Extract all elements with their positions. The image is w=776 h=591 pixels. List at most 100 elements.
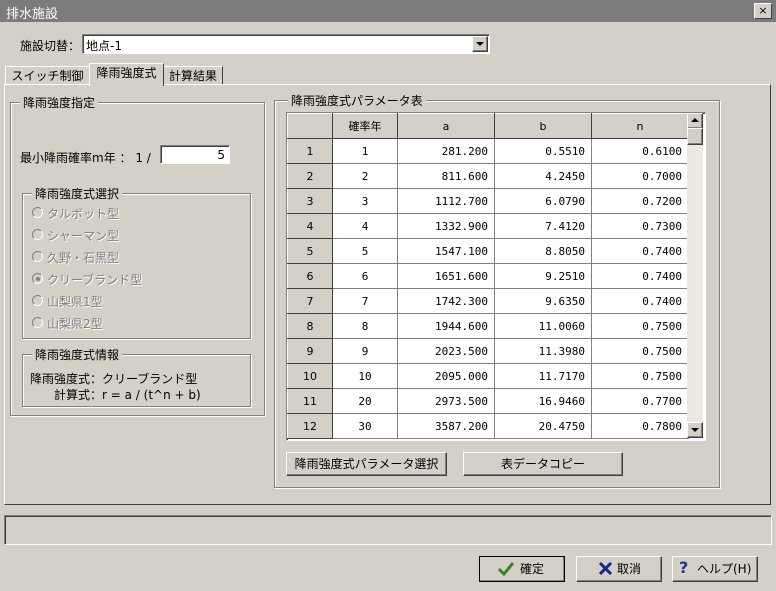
cell[interactable]: 9.6350 — [494, 288, 592, 314]
cell[interactable]: 2 — [332, 163, 398, 189]
table-row[interactable]: 7 7 1742.300 9.6350 0.7400 — [287, 288, 689, 314]
cell[interactable]: 0.7500 — [591, 313, 689, 339]
cell[interactable]: 16.9460 — [494, 388, 592, 414]
radio-yamanashi-1[interactable]: 山梨県1型 — [32, 293, 232, 309]
cell[interactable]: 1651.600 — [397, 263, 495, 289]
select-parameters-button[interactable]: 降雨強度式パラメータ選択 — [286, 452, 447, 476]
cell[interactable]: 0.7700 — [591, 388, 689, 414]
ok-button[interactable]: 確定 — [479, 556, 565, 582]
cell[interactable]: 0.7800 — [591, 413, 689, 439]
radio-label: 久野・石黒型 — [47, 251, 120, 265]
table-row[interactable]: 9 9 2023.500 11.3980 0.7500 — [287, 338, 689, 364]
cell[interactable]: 9.2510 — [494, 263, 592, 289]
cell[interactable]: 1 — [332, 138, 398, 164]
cell[interactable]: 0.7400 — [591, 288, 689, 314]
cell[interactable]: 0.6100 — [591, 138, 689, 164]
table-row[interactable]: 4 4 1332.900 7.4120 0.7300 — [287, 213, 689, 239]
cell[interactable]: 0.7300 — [591, 213, 689, 239]
cell[interactable]: 30 — [332, 413, 398, 439]
cell[interactable]: 1944.600 — [397, 313, 495, 339]
table-row[interactable]: 2 2 811.600 4.2450 0.7000 — [287, 163, 689, 189]
cell[interactable]: 10 — [332, 363, 398, 389]
cell[interactable]: 1742.300 — [397, 288, 495, 314]
cell[interactable]: 4 — [332, 213, 398, 239]
close-button[interactable]: × — [754, 3, 772, 19]
table-row[interactable]: 5 5 1547.100 8.8050 0.7400 — [287, 238, 689, 264]
cell[interactable]: 1332.900 — [397, 213, 495, 239]
cell[interactable]: 7 — [332, 288, 398, 314]
scroll-up-button[interactable] — [687, 113, 703, 129]
tab-rainfall-formula[interactable]: 降雨強度式 — [89, 63, 164, 86]
cell[interactable]: 20.4750 — [494, 413, 592, 439]
cell[interactable]: 2023.500 — [397, 338, 495, 364]
table-row[interactable]: 10 10 2095.000 11.7170 0.7500 — [287, 363, 689, 389]
cell[interactable]: 6 — [332, 263, 398, 289]
scroll-thumb[interactable] — [687, 128, 703, 145]
scroll-down-button[interactable] — [687, 422, 703, 438]
cell[interactable]: 811.600 — [397, 163, 495, 189]
cell[interactable]: 1112.700 — [397, 188, 495, 214]
cell[interactable]: 8.8050 — [494, 238, 592, 264]
table-row[interactable]: 6 6 1651.600 9.2510 0.7400 — [287, 263, 689, 289]
dropdown-button[interactable] — [472, 36, 488, 52]
row-header[interactable]: 6 — [287, 263, 333, 289]
row-header[interactable]: 2 — [287, 163, 333, 189]
row-header[interactable]: 12 — [287, 413, 333, 439]
cell[interactable]: 9 — [332, 338, 398, 364]
table-row[interactable]: 12 30 3587.200 20.4750 0.7800 — [287, 413, 689, 439]
grid-scrollbar[interactable] — [687, 113, 703, 438]
min-probability-input[interactable]: 5 — [160, 145, 230, 164]
column-header-a[interactable]: a — [397, 113, 495, 139]
cell[interactable]: 3 — [332, 188, 398, 214]
cell[interactable]: 0.7200 — [591, 188, 689, 214]
table-row[interactable]: 1 1 281.200 0.5510 0.6100 — [287, 138, 689, 164]
cell[interactable]: 11.3980 — [494, 338, 592, 364]
column-header-b[interactable]: b — [494, 113, 592, 139]
radio-talbot[interactable]: タルボット型 — [32, 205, 232, 221]
cell[interactable]: 11.7170 — [494, 363, 592, 389]
cell[interactable]: 2095.000 — [397, 363, 495, 389]
row-header[interactable]: 1 — [287, 138, 333, 164]
table-row[interactable]: 8 8 1944.600 11.0060 0.7500 — [287, 313, 689, 339]
cell[interactable]: 3587.200 — [397, 413, 495, 439]
help-button[interactable]: ? ヘルプ(H) — [672, 556, 758, 582]
copy-table-button[interactable]: 表データコピー — [463, 452, 623, 476]
row-header[interactable]: 9 — [287, 338, 333, 364]
cell[interactable]: 2973.500 — [397, 388, 495, 414]
row-header[interactable]: 3 — [287, 188, 333, 214]
cell[interactable]: 1547.100 — [397, 238, 495, 264]
row-header[interactable]: 4 — [287, 213, 333, 239]
tab-switch-control[interactable]: スイッチ制御 — [5, 66, 90, 85]
cell[interactable]: 7.4120 — [494, 213, 592, 239]
cell[interactable]: 0.5510 — [494, 138, 592, 164]
help-question-icon: ? — [679, 558, 689, 577]
radio-kuno-ishiguro[interactable]: 久野・石黒型 — [32, 249, 232, 265]
radio-sherman[interactable]: シャーマン型 — [32, 227, 232, 243]
row-header[interactable]: 11 — [287, 388, 333, 414]
cell[interactable]: 0.7500 — [591, 338, 689, 364]
row-header[interactable]: 5 — [287, 238, 333, 264]
cell[interactable]: 20 — [332, 388, 398, 414]
cell[interactable]: 281.200 — [397, 138, 495, 164]
cell[interactable]: 0.7500 — [591, 363, 689, 389]
facility-select[interactable]: 地点-1 — [82, 34, 490, 54]
table-row[interactable]: 11 20 2973.500 16.9460 0.7700 — [287, 388, 689, 414]
row-header[interactable]: 10 — [287, 363, 333, 389]
cell[interactable]: 6.0790 — [494, 188, 592, 214]
cell[interactable]: 11.0060 — [494, 313, 592, 339]
row-header[interactable]: 8 — [287, 313, 333, 339]
cell[interactable]: 8 — [332, 313, 398, 339]
cell[interactable]: 0.7400 — [591, 263, 689, 289]
radio-yamanashi-2[interactable]: 山梨県2型 — [32, 315, 232, 331]
row-header[interactable]: 7 — [287, 288, 333, 314]
cancel-button[interactable]: 取消 — [576, 556, 662, 582]
column-header-n[interactable]: n — [591, 113, 689, 139]
radio-cleveland[interactable]: クリーブランド型 — [32, 271, 232, 287]
cell[interactable]: 5 — [332, 238, 398, 264]
column-header-probability[interactable]: 確率年 — [332, 113, 398, 139]
tab-calc-results[interactable]: 計算結果 — [163, 66, 223, 85]
cell[interactable]: 4.2450 — [494, 163, 592, 189]
cell[interactable]: 0.7400 — [591, 238, 689, 264]
cell[interactable]: 0.7000 — [591, 163, 689, 189]
table-row[interactable]: 3 3 1112.700 6.0790 0.7200 — [287, 188, 689, 214]
